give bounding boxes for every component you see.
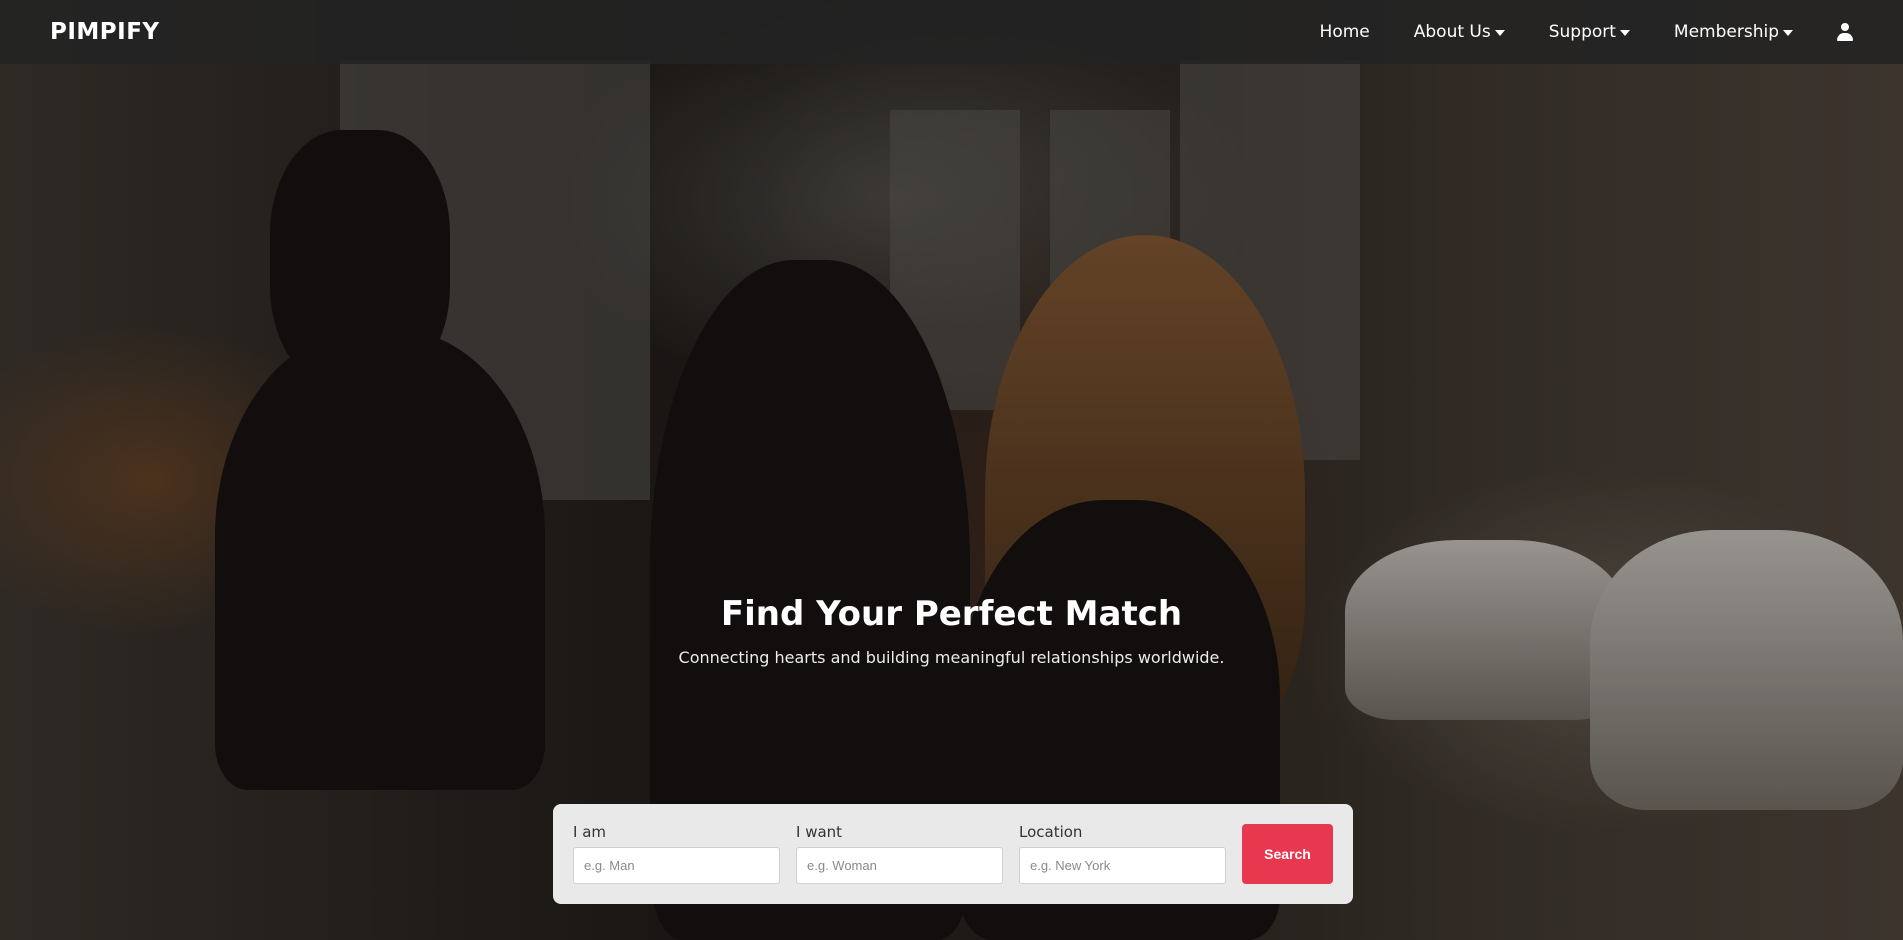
field-location: Location	[1019, 823, 1226, 884]
hero-background-image	[0, 0, 1903, 940]
search-button[interactable]: Search	[1242, 824, 1333, 884]
field-i-am-label: I am	[573, 823, 606, 841]
search-card: I am I want Location Search	[553, 804, 1353, 904]
user-icon[interactable]	[1837, 23, 1853, 41]
caret-down-icon	[1783, 30, 1793, 36]
field-i-want: I want	[796, 823, 1003, 884]
nav-about-us-label: About Us	[1413, 22, 1491, 42]
location-input[interactable]	[1019, 847, 1226, 884]
nav-home[interactable]: Home	[1320, 22, 1370, 42]
i-want-input[interactable]	[796, 847, 1003, 884]
nav-home-label: Home	[1319, 22, 1370, 42]
user-icon-head	[1841, 23, 1849, 31]
field-location-label: Location	[1019, 823, 1083, 841]
user-icon-body	[1837, 33, 1853, 41]
hero-subtitle: Connecting hearts and building meaningfu…	[678, 648, 1225, 667]
nav-membership-label: Membership	[1673, 22, 1779, 42]
nav-membership[interactable]: Membership	[1674, 22, 1793, 42]
nav-about-us[interactable]: About Us	[1414, 22, 1505, 42]
nav-support-label: Support	[1548, 22, 1616, 42]
nav-support[interactable]: Support	[1549, 22, 1630, 42]
top-navbar: PIMPIFY Home About Us Support Membership	[0, 0, 1903, 64]
field-i-am: I am	[573, 823, 780, 884]
brand-logo[interactable]: PIMPIFY	[50, 19, 160, 45]
hero-text: Find Your Perfect Match Connecting heart…	[0, 594, 1903, 667]
hero-title: Find Your Perfect Match	[720, 594, 1183, 634]
caret-down-icon	[1619, 30, 1630, 36]
caret-down-icon	[1494, 30, 1505, 36]
main-nav: Home About Us Support Membership	[1276, 22, 1853, 42]
field-i-want-label: I want	[796, 823, 843, 841]
i-am-input[interactable]	[573, 847, 780, 884]
